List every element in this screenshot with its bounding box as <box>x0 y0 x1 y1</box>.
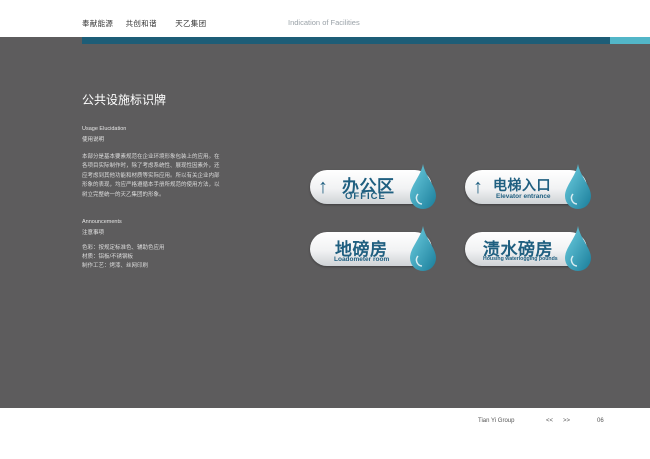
announce-item: 色彩：按规定标准色、辅助色应用 <box>82 245 165 251</box>
usage-description: 本部分是基本要素规范在企业环境形象包装上的应用。在 各项目实际制作时，除了考虑系… <box>82 153 242 200</box>
slogan-text-2: 共创和谐 <box>125 19 157 28</box>
sign-title-en: OFFICE <box>345 191 386 202</box>
section-title: Indication of Facilities <box>288 18 360 27</box>
sign-loadometer: 地磅房 Loadometer room <box>310 226 436 272</box>
prev-page-link[interactable]: << <box>546 418 553 424</box>
usage-line: 形象的表现，均应严格遵循本手册所规范的使用方法，以 <box>82 182 220 189</box>
page-number: 06 <box>597 418 604 424</box>
header-bar-accent <box>610 37 650 44</box>
announce-label-cn: 注意事项 <box>82 230 105 236</box>
next-page-link[interactable]: >> <box>563 418 570 424</box>
water-drop-icon <box>410 226 436 271</box>
usage-line: 各项目实际制作时，除了考虑系统性、展现性因素外，还 <box>82 163 220 170</box>
sign-elevator: ↑ 电梯入口 Elevator entrance <box>465 164 591 210</box>
footer-brand: Tian Yi Group <box>478 418 515 424</box>
usage-line: 应考虑到其他功能和材质等实际应用。所以有关企业内部 <box>82 172 220 179</box>
usage-label-en: Usage Elucidation <box>82 126 127 132</box>
usage-line: 本部分是基本要素规范在企业环境形象包装上的应用。在 <box>82 154 220 160</box>
usage-label-cn: 使用说明 <box>82 137 105 143</box>
page-title: 公共设施标识牌 <box>82 93 167 107</box>
sign-office: ↑ 办公区 OFFICE <box>310 164 436 210</box>
usage-line: 树立完整统一的天乙集团的形象。 <box>82 191 165 198</box>
slogan-text-1: 奉献能源 <box>82 19 114 28</box>
announce-item: 制作工艺：烤漆、丝网印刷 <box>82 263 149 269</box>
announce-item: 材质：铝板/不锈钢板 <box>82 254 134 260</box>
sign-waterlogging: 渍水磅房 Housing waterlogging pounds <box>465 226 591 272</box>
water-drop-icon <box>565 164 591 209</box>
sign-title-en: Housing waterlogging pounds <box>483 256 558 262</box>
arrow-up-icon: ↑ <box>318 176 328 198</box>
page-header: 奉献能源 共创和谐 天乙集团 Indication of Facilities <box>0 0 650 37</box>
water-drop-icon <box>565 226 591 271</box>
sign-title-cn: 电梯入口 <box>493 177 551 193</box>
sign-title-en: Elevator entrance <box>496 193 551 200</box>
announce-label-en: Announcements <box>82 219 122 225</box>
header-bar-dark <box>82 37 610 44</box>
sign-title-en: Loadometer room <box>334 256 390 263</box>
water-drop-icon <box>410 164 436 209</box>
arrow-up-icon: ↑ <box>473 176 483 198</box>
company-name: 天乙集团 <box>175 19 207 28</box>
slogan: 奉献能源 共创和谐 天乙集团 <box>82 18 216 29</box>
announce-list: 色彩：按规定标准色、辅助色应用 材质：铝板/不锈钢板 制作工艺：烤漆、丝网印刷 <box>82 244 242 271</box>
